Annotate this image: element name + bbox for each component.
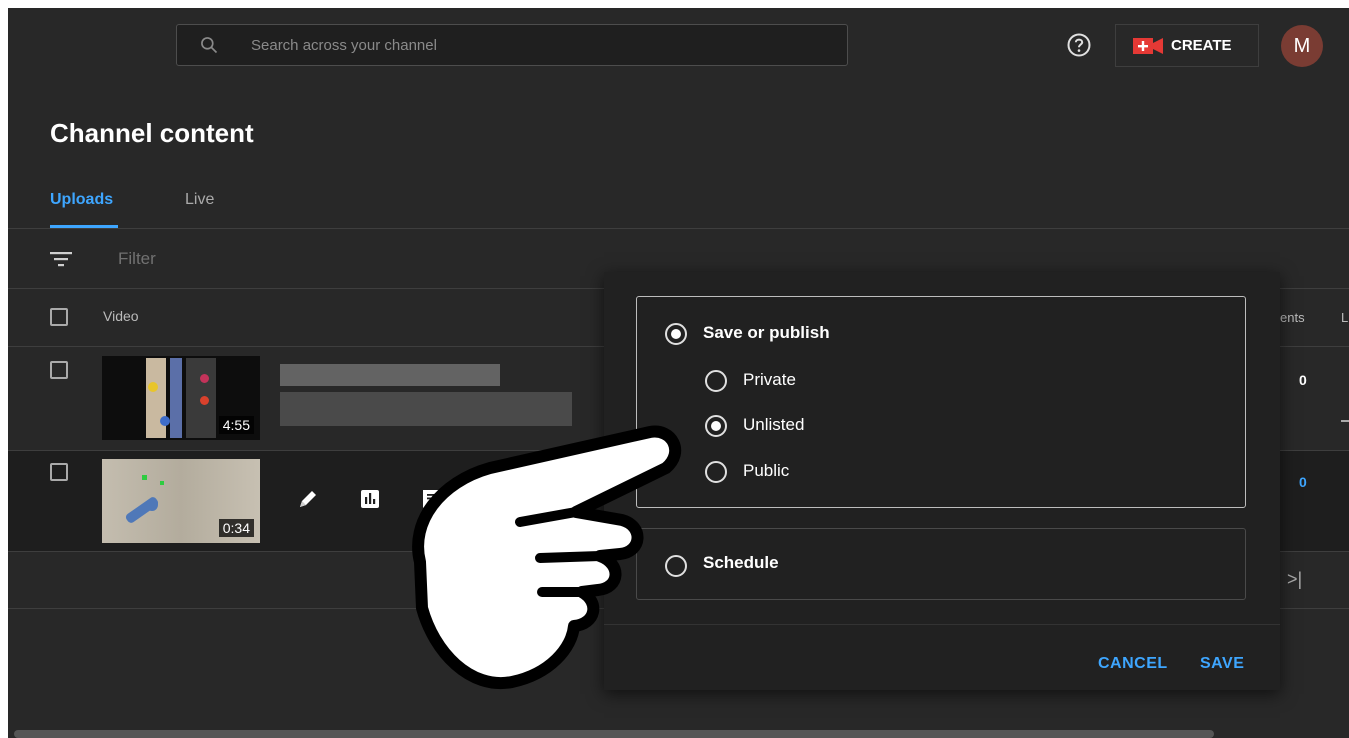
- search-box[interactable]: Search across your channel: [176, 24, 848, 66]
- row-comments-count: 0: [1299, 372, 1307, 388]
- tabs-divider: [8, 228, 1349, 229]
- cancel-button[interactable]: CANCEL: [1098, 655, 1168, 673]
- edit-pencil-icon[interactable]: [296, 487, 320, 511]
- create-button[interactable]: CREATE: [1115, 24, 1259, 67]
- schedule-label: Schedule: [703, 553, 779, 572]
- blurred-title: [280, 364, 500, 386]
- create-label: CREATE: [1171, 37, 1232, 54]
- filter-input[interactable]: Filter: [118, 249, 156, 269]
- search-icon: [201, 37, 218, 54]
- row-checkbox[interactable]: [50, 463, 68, 481]
- private-label[interactable]: Private: [743, 370, 796, 390]
- video-thumbnail[interactable]: 4:55: [102, 356, 260, 440]
- radio-save-or-publish[interactable]: [665, 323, 687, 345]
- video-camera-plus-icon: [1133, 38, 1163, 54]
- video-duration: 0:34: [218, 519, 254, 537]
- top-bar: Search across your channel CREATE M: [8, 8, 1349, 84]
- video-thumbnail[interactable]: 0:34: [102, 459, 260, 543]
- dash-placeholder: [1341, 420, 1349, 422]
- unlisted-label[interactable]: Unlisted: [743, 415, 804, 435]
- save-or-publish-label: Save or publish: [703, 323, 830, 342]
- search-placeholder: Search across your channel: [251, 37, 437, 54]
- column-header-likes: L: [1341, 310, 1349, 325]
- tab-uploads[interactable]: Uploads: [50, 191, 113, 209]
- analytics-icon[interactable]: [358, 487, 382, 511]
- select-all-checkbox[interactable]: [50, 308, 68, 326]
- video-duration: 4:55: [218, 416, 254, 434]
- column-header-video: Video: [103, 308, 139, 324]
- row-checkbox[interactable]: [50, 361, 68, 379]
- avatar[interactable]: M: [1281, 25, 1323, 67]
- row-comments-count[interactable]: 0: [1299, 474, 1307, 490]
- studio-app: Search across your channel CREATE M Chan…: [8, 8, 1349, 738]
- schedule-panel[interactable]: Schedule: [636, 528, 1246, 600]
- page-title: Channel content: [50, 118, 254, 148]
- pointing-hand-icon: [412, 425, 682, 690]
- last-page-icon[interactable]: >|: [1287, 569, 1302, 590]
- column-header-comments: ents: [1280, 310, 1305, 325]
- public-label[interactable]: Public: [743, 461, 789, 481]
- tab-live[interactable]: Live: [185, 191, 214, 209]
- save-or-publish-panel[interactable]: Save or publish Private Unlisted Public: [636, 296, 1246, 508]
- radio-private[interactable]: [705, 370, 727, 392]
- filter-icon[interactable]: [50, 250, 72, 268]
- horizontal-scrollbar[interactable]: [14, 730, 1214, 738]
- help-icon[interactable]: [1066, 32, 1092, 58]
- save-button[interactable]: SAVE: [1200, 655, 1244, 673]
